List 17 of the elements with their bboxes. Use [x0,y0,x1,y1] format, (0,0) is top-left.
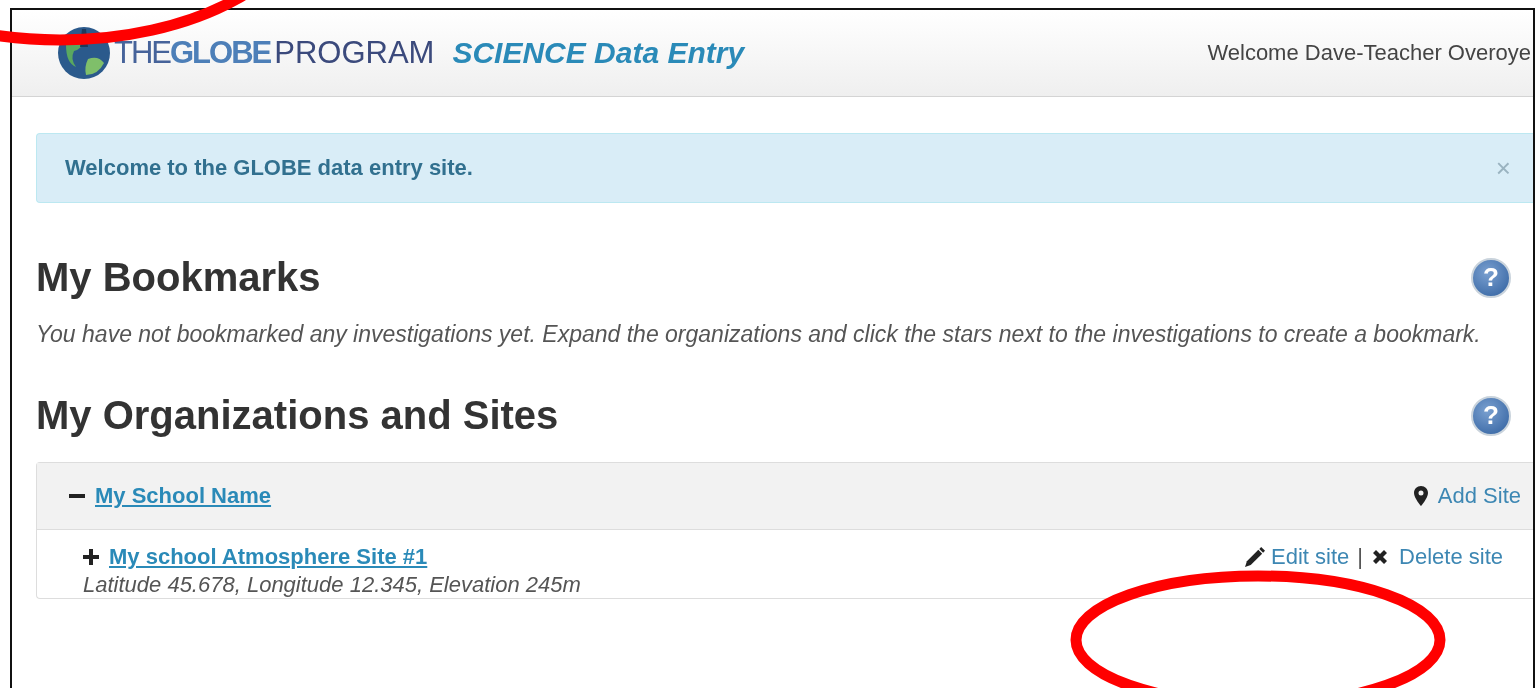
site-coordinates: Latitude 45.678, Longitude 12.345, Elevation 245m [83,572,582,598]
help-button[interactable]: ? [1471,257,1511,298]
help-button[interactable]: ? [1471,395,1511,436]
logo-text: THEGLOBEPROGRAM [114,35,435,71]
welcome-text: Welcome Dave-Teacher Overoye [1207,40,1532,66]
section-heading: My Bookmarks [36,255,321,300]
delete-site-link[interactable]: Delete site [1399,544,1503,570]
bookmarks-message: You have not bookmarked any investigations yet. Expand the organizations and click the stars next to the investigations to create a bookmark. [36,320,1482,349]
add-site-link[interactable]: Add Site [1437,483,1521,509]
app-title: SCIENCE Data Entry [452,36,745,70]
alert-message: Welcome to the GLOBE data entry site. [65,155,474,181]
close-button[interactable]: × [1489,152,1517,184]
edit-site-link[interactable]: Edit site [1271,544,1350,570]
organization-link[interactable]: My School Name [95,483,272,509]
site-link[interactable]: My school Atmosphere Site #1 [109,544,428,570]
separator: | [1357,544,1364,570]
section-heading: My Organizations and Sites [36,393,559,438]
